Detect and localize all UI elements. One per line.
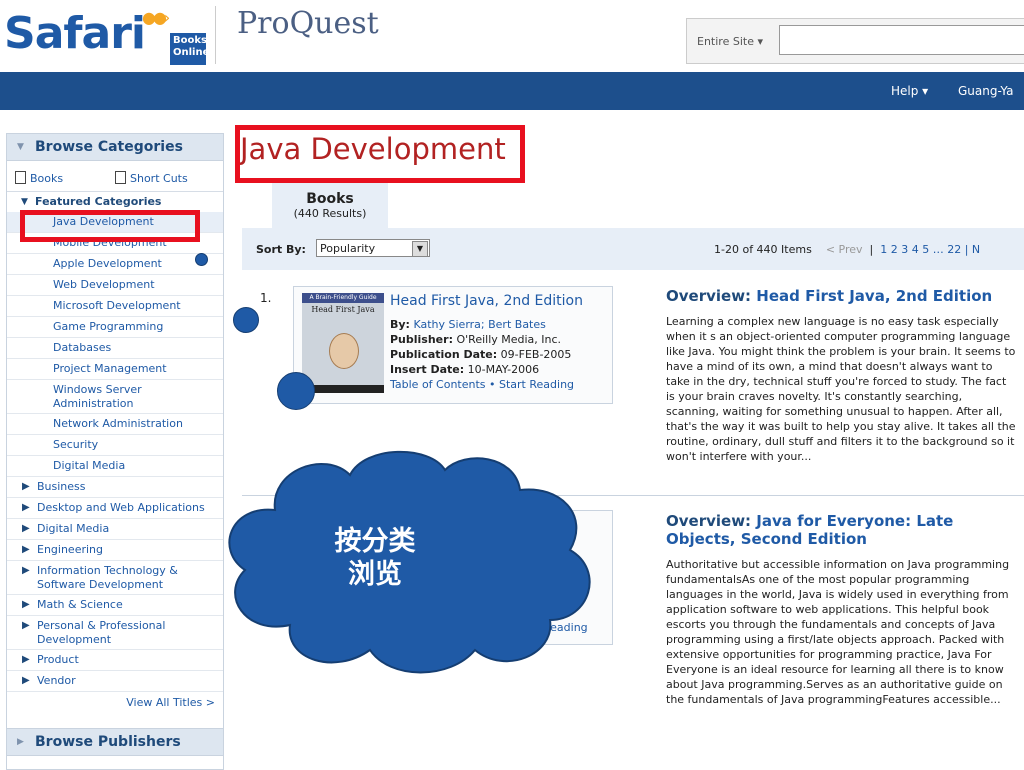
by-label: By: [390, 318, 410, 331]
book-card: A Brain-Friendly Guide Head First Java H… [293, 286, 613, 404]
highlight-box-java [20, 210, 200, 242]
results-count: (440 Results) [293, 207, 367, 220]
book-title-link[interactable]: Head First Java, 2nd Edition [390, 293, 583, 309]
expand-arrow-icon: ▶ [22, 565, 30, 576]
result-number: 1. [260, 291, 272, 305]
prev-page-link[interactable]: < Prev [826, 243, 863, 256]
sidebar-item-network-administration[interactable]: Network Administration [7, 414, 223, 435]
expand-arrow-icon: ▶ [22, 620, 30, 631]
book-meta: By: Kathy Sierra; Bert Bates Publisher: … [390, 317, 574, 392]
sidebar-item-web-development[interactable]: Web Development [7, 275, 223, 296]
category-math-science[interactable]: ▶ Math & Science [7, 595, 223, 616]
category-vendor[interactable]: ▶ Vendor [7, 671, 223, 692]
logo-divider [215, 6, 216, 64]
books-online-badge: Books Online [170, 33, 209, 65]
tab-books-results[interactable]: Books (440 Results) [272, 182, 388, 229]
sort-select[interactable]: Popularity ▼ [316, 239, 430, 257]
category-business[interactable]: ▶ Business [7, 477, 223, 498]
top-header: Safari ●●› Books Online ProQuest Entire … [0, 0, 1024, 72]
cloud-callout-text: 按分类 浏览 [290, 525, 460, 591]
sidebar-item-security[interactable]: Security [7, 435, 223, 456]
overview-label: Overview: [666, 287, 752, 305]
insert-date-label: Insert Date: [390, 363, 465, 376]
user-menu[interactable]: Guang-Ya [958, 84, 1013, 98]
expand-triangle-icon: ▶ [17, 737, 24, 747]
sidebar-item-microsoft-development[interactable]: Microsoft Development [7, 296, 223, 317]
annotation-dot [233, 307, 259, 333]
dropdown-arrow-icon: ▼ [412, 241, 428, 257]
pubdate-value: 09-FEB-2005 [500, 348, 572, 361]
search-input[interactable] [779, 25, 1024, 55]
search-area: Entire Site ▾ [686, 18, 1024, 64]
sort-bar: Sort By: Popularity ▼ 1-20 of 440 Items … [242, 228, 1024, 270]
browse-categories-header[interactable]: ▼ Browse Categories [7, 134, 223, 161]
safari-logo[interactable]: Safari [4, 8, 146, 59]
shortcut-icon [115, 171, 126, 184]
sidebar-item-windows-server[interactable]: Windows Server Administration [7, 380, 223, 414]
pagination: 1-20 of 440 Items < Prev | 1 2 3 4 5 … 2… [714, 243, 981, 256]
featured-categories-header[interactable]: ▼ Featured Categories [7, 192, 223, 212]
items-range: 1-20 of 440 Items [714, 243, 812, 256]
category-digital-media[interactable]: ▶ Digital Media [7, 519, 223, 540]
view-all-titles-link[interactable]: View All Titles > [7, 692, 223, 714]
callout-line-1: 按分类 [334, 526, 416, 557]
expand-arrow-icon: ▶ [22, 599, 30, 610]
category-personal-professional[interactable]: ▶ Personal & Professional Development [7, 616, 223, 650]
overview-label: Overview: [666, 512, 752, 530]
proquest-logo[interactable]: ProQuest [237, 6, 379, 41]
sidebar-item-databases[interactable]: Databases [7, 338, 223, 359]
pubdate-label: Publication Date: [390, 348, 498, 361]
tab-books[interactable]: Books [15, 171, 63, 185]
tab-short-cuts[interactable]: Short Cuts [115, 171, 188, 185]
expand-arrow-icon: ▶ [22, 544, 30, 555]
callout-line-2: 浏览 [348, 559, 402, 590]
browse-publishers-header[interactable]: ▶ Browse Publishers [7, 728, 223, 756]
category-product[interactable]: ▶ Product [7, 650, 223, 671]
annotation-dot [277, 372, 315, 410]
safari-logo-dots: ●●› [142, 8, 170, 27]
publisher-value: O'Reilly Media, Inc. [456, 333, 562, 346]
sidebar-tabs: Books Short Cuts [7, 161, 223, 192]
overview-text: Authoritative but accessible information… [666, 558, 1010, 706]
cover-title: Head First Java [311, 305, 375, 314]
book-links[interactable]: Table of Contents • Start Reading [390, 378, 574, 391]
overview-block: Overview: Head First Java, 2nd Edition L… [666, 287, 1018, 464]
annotation-dot [195, 253, 208, 266]
nav-bar: Help ▾ Guang-Ya [0, 72, 1024, 110]
books-tab-label: Books [306, 191, 354, 207]
expand-arrow-icon: ▶ [22, 481, 30, 492]
sidebar-item-digital-media-featured[interactable]: Digital Media [7, 456, 223, 477]
overview-text: Learning a complex new language is no ea… [666, 315, 1016, 463]
help-menu[interactable]: Help ▾ [891, 84, 928, 98]
expand-arrow-icon: ▶ [22, 523, 30, 534]
book-cover[interactable]: A Brain-Friendly Guide Head First Java [302, 293, 384, 393]
author-link[interactable]: Kathy Sierra; Bert Bates [413, 318, 545, 331]
expand-triangle-icon: ▼ [21, 197, 28, 207]
page-links[interactable]: 1 2 3 4 5 … 22 | N [880, 243, 980, 256]
publisher-label: Publisher: [390, 333, 453, 346]
expand-arrow-icon: ▶ [22, 654, 30, 665]
sidebar-item-project-management[interactable]: Project Management [7, 359, 223, 380]
category-information-technology[interactable]: ▶ Information Technology & Software Devel… [7, 561, 223, 595]
cover-band: A Brain-Friendly Guide [302, 293, 384, 303]
expand-arrow-icon: ▶ [22, 675, 30, 686]
overview-title-link[interactable]: Head First Java, 2nd Edition [756, 287, 992, 305]
search-scope-select[interactable]: Entire Site ▾ [697, 35, 763, 48]
cover-illustration [329, 333, 359, 369]
book-icon [15, 171, 26, 184]
category-desktop-web[interactable]: ▶ Desktop and Web Applications [7, 498, 223, 519]
collapse-triangle-icon: ▼ [17, 142, 24, 152]
overview-block: Overview: Java for Everyone: Late Object… [666, 512, 1018, 707]
sidebar-item-game-programming[interactable]: Game Programming [7, 317, 223, 338]
sidebar-item-apple-development[interactable]: Apple Development [7, 254, 223, 275]
insert-date-value: 10-MAY-2006 [467, 363, 540, 376]
highlight-box-title [235, 125, 525, 183]
expand-arrow-icon: ▶ [22, 502, 30, 513]
sort-label: Sort By: [256, 243, 306, 256]
category-engineering[interactable]: ▶ Engineering [7, 540, 223, 561]
